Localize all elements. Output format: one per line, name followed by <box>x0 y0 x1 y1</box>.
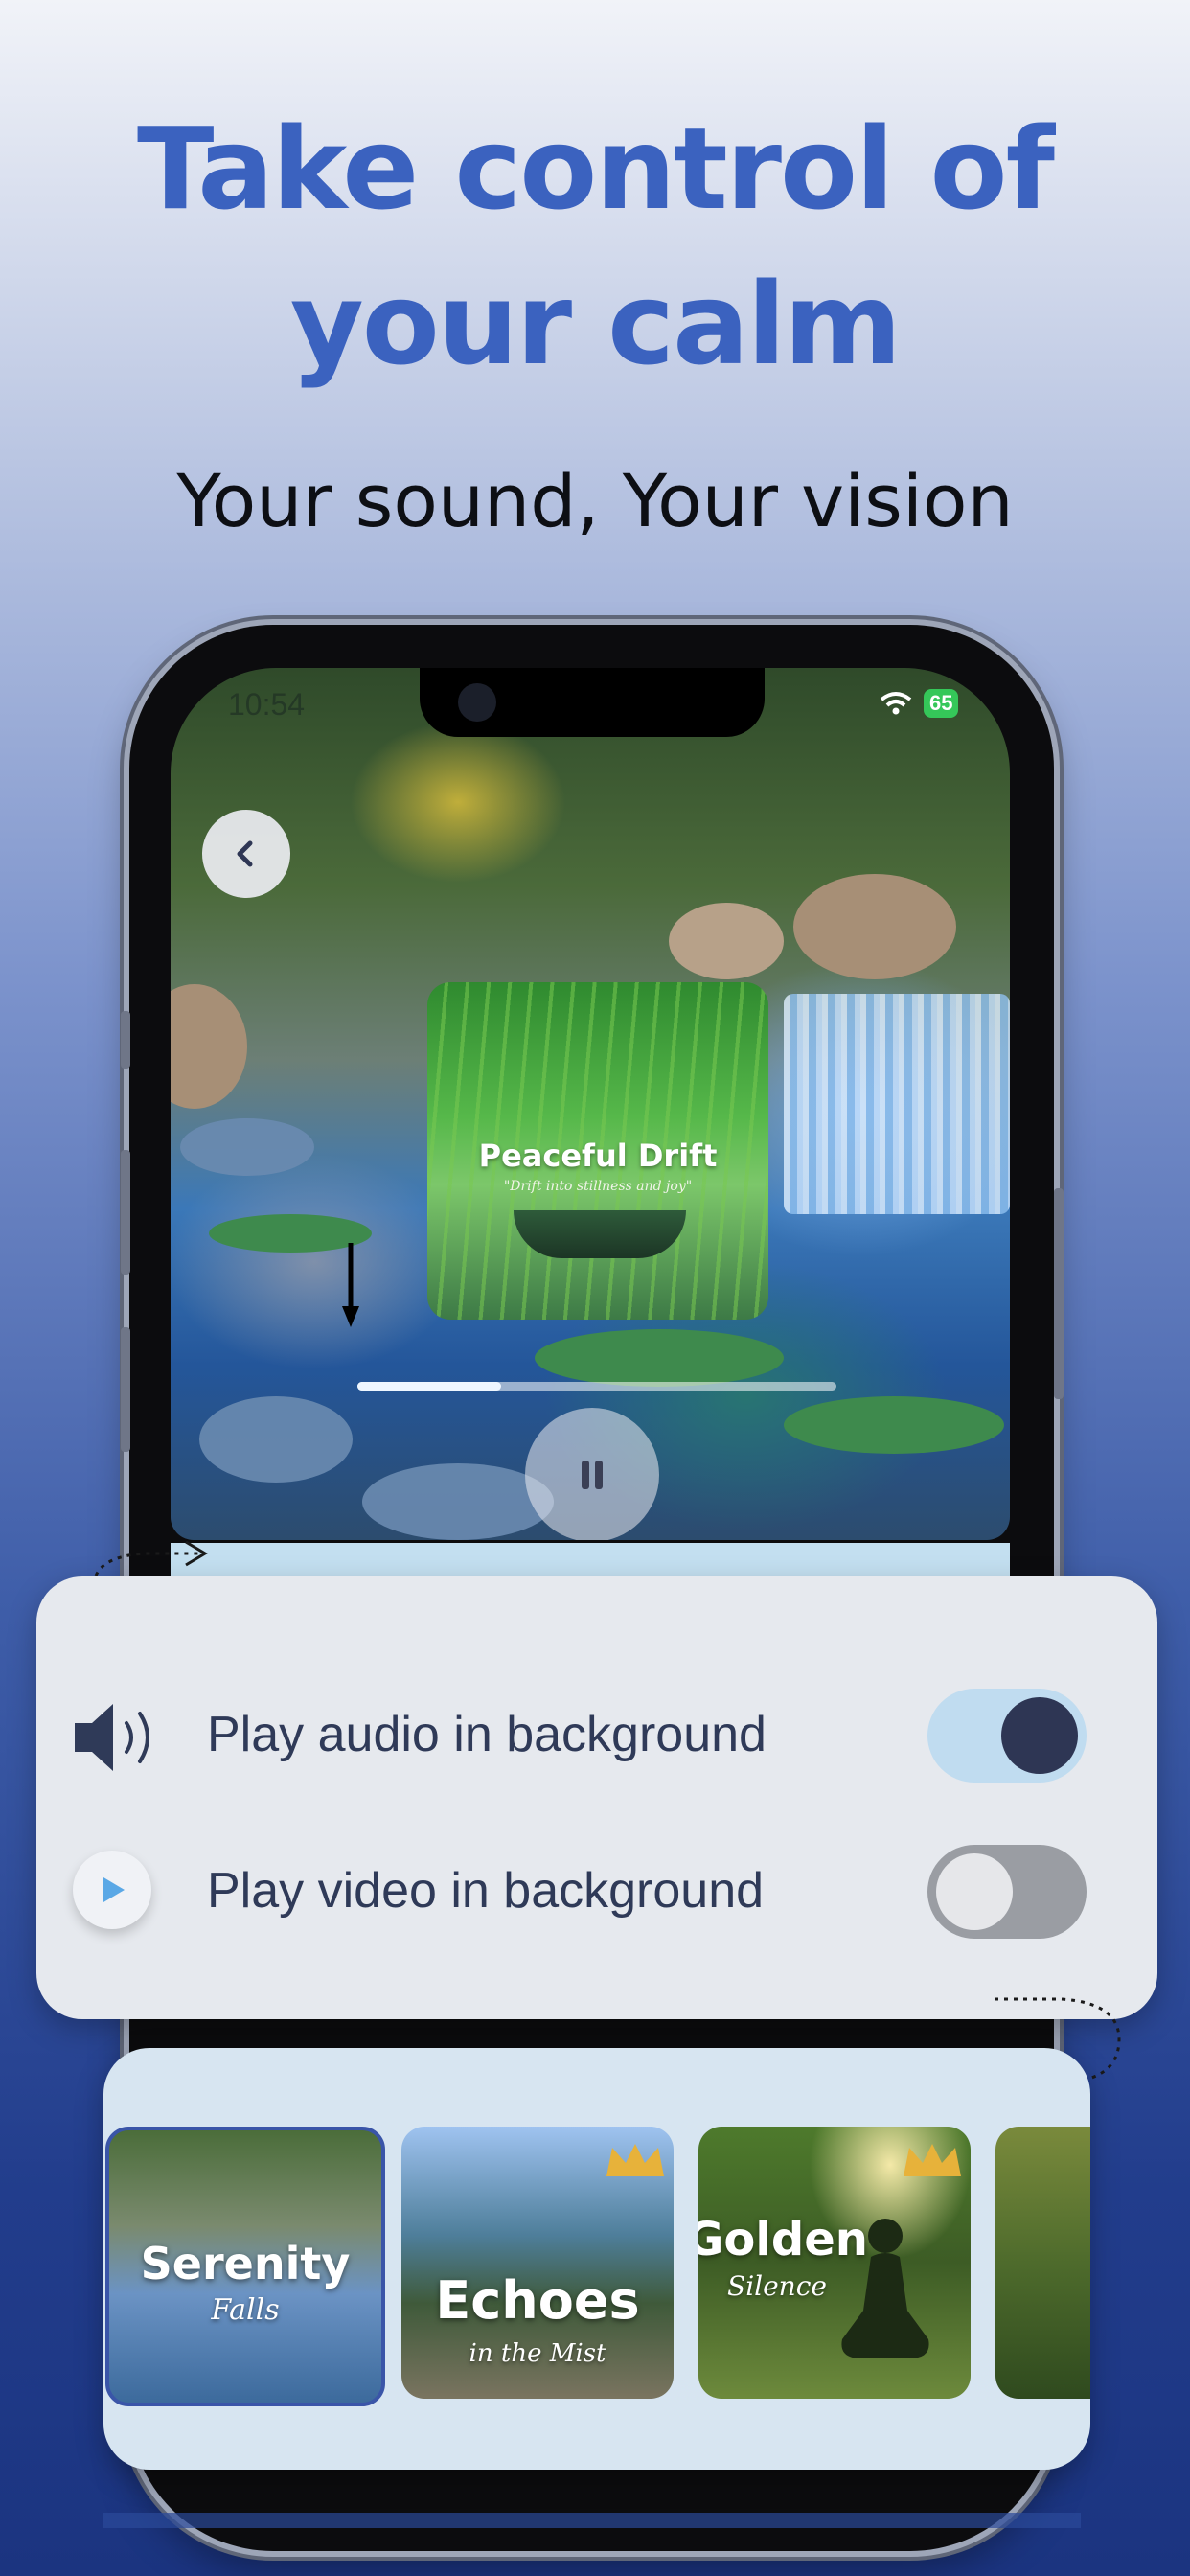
wifi-icon <box>880 692 912 715</box>
background-play-settings: Play audio in background Play video in b… <box>36 1576 1157 2019</box>
track-title: Echoes <box>435 2270 640 2331</box>
pause-icon <box>582 1460 603 1489</box>
phone-side-button <box>121 1011 130 1069</box>
status-time: 10:54 <box>228 687 306 722</box>
track-card[interactable]: Golden Silence <box>698 2127 971 2399</box>
phone-power-button <box>1054 1188 1064 1399</box>
phone-screen: 10:54 65 Peaceful Drift "Drift into stil… <box>171 668 1010 1540</box>
rock <box>669 903 784 979</box>
video-setting-label: Play video in background <box>207 1863 765 1919</box>
toggle-knob <box>936 1853 1013 1930</box>
waterfall-background <box>784 994 1010 1214</box>
lily-pad <box>784 1396 1004 1454</box>
progress-fill <box>357 1382 501 1391</box>
track-subtitle: Silence <box>727 2270 827 2302</box>
track-card[interactable]: Echoes in the Mist <box>401 2127 674 2399</box>
headline-line-2: your calm <box>289 258 902 390</box>
subheadline: Your sound, Your vision <box>176 458 1014 543</box>
progress-bar[interactable] <box>357 1382 836 1391</box>
track-subtitle: Falls <box>211 2293 280 2327</box>
track-card[interactable]: Serenity Falls <box>105 2127 385 2406</box>
track-title: Golden <box>698 2213 868 2266</box>
lily-pad <box>535 1329 784 1387</box>
arrow-down-icon <box>342 1243 359 1327</box>
audio-setting-label: Play audio in background <box>207 1707 767 1762</box>
album-title: Peaceful Drift <box>478 1138 718 1174</box>
toggle-knob <box>1001 1697 1078 1774</box>
video-setting-row: Play video in background <box>36 1824 1157 1948</box>
video-background-toggle[interactable] <box>927 1845 1087 1939</box>
rock <box>171 984 247 1109</box>
audio-setting-row: Play audio in background <box>36 1668 1157 1792</box>
play-icon <box>103 1877 125 1902</box>
bottom-edge <box>103 2513 1081 2528</box>
screen-bottom-strip <box>171 1543 1010 1581</box>
back-button[interactable] <box>202 810 290 898</box>
speaker-icon <box>75 1704 149 1771</box>
pebbles <box>180 1118 314 1176</box>
phone-volume-up-button <box>121 1150 130 1275</box>
play-video-icon <box>73 1851 151 1929</box>
track-subtitle: in the Mist <box>469 2339 606 2368</box>
track-title: Serenity <box>140 2238 351 2289</box>
album-art: Peaceful Drift "Drift into stillness and… <box>427 982 768 1320</box>
crown-icon <box>606 2144 664 2176</box>
boat-illustration <box>514 1210 686 1258</box>
battery-badge: 65 <box>924 689 959 718</box>
rock <box>793 874 956 979</box>
crown-icon <box>904 2144 961 2176</box>
album-subtitle: "Drift into stillness and joy" <box>503 1179 693 1194</box>
track-carousel[interactable]: Serenity Falls Echoes in the Mist Golden… <box>103 2048 1090 2470</box>
headline: Take control of your calm <box>0 91 1190 402</box>
phone-volume-down-button <box>121 1327 130 1452</box>
track-card[interactable] <box>995 2127 1090 2399</box>
headline-line-1: Take control of <box>137 103 1055 235</box>
audio-background-toggle[interactable] <box>927 1689 1087 1782</box>
pause-button[interactable] <box>525 1408 659 1540</box>
chevron-left-icon <box>237 840 253 867</box>
pebbles <box>199 1396 353 1483</box>
front-camera <box>458 683 496 722</box>
